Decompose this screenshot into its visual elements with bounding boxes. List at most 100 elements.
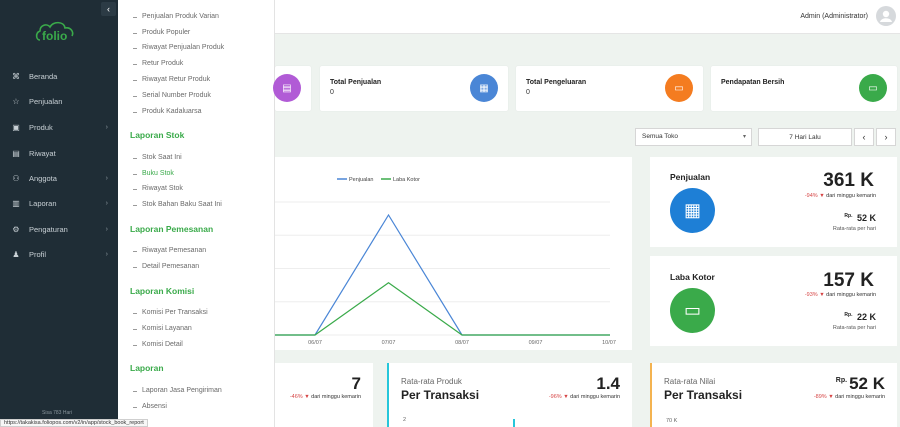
submenu-item-active[interactable]: Buku Stok: [133, 170, 174, 177]
stat-title: Total Pengeluaran: [526, 79, 587, 86]
submenu-item[interactable]: Riwayat Penjualan Produk: [132, 44, 224, 51]
card-title: Rata-rata Nilai: [664, 377, 716, 386]
submenu-item[interactable]: Produk Kadaluarsa: [133, 108, 202, 115]
submenu-item[interactable]: Detail Pemesanan: [132, 263, 199, 270]
prev-range-button[interactable]: ‹: [854, 128, 874, 146]
down-arrow-icon: ▼: [819, 292, 825, 298]
submenu-item[interactable]: Stok Saat Ini: [133, 154, 182, 161]
delta-text: dari minggu kemarin: [570, 394, 620, 400]
bar-chart-icon: ▥: [12, 198, 20, 208]
average-value: 22 K: [856, 312, 876, 322]
card-big-value: 361 K: [823, 170, 874, 191]
submenu-section-title: Laporan: [130, 363, 164, 373]
submenu-section-title: Laporan Stok: [130, 130, 185, 140]
delta-text: dari minggu kemarin: [311, 394, 361, 400]
submenu-item[interactable]: Riwayat Retur Produk: [132, 76, 210, 83]
remaining-days-text: Sisa 783 Hari: [42, 410, 73, 416]
down-arrow-icon: ▼: [304, 394, 310, 400]
sidebar-item-profil[interactable]: ♟ Profil ›: [0, 246, 118, 262]
sidebar-item-label: Penjualan: [29, 96, 63, 106]
currency-prefix: Rp.: [835, 377, 848, 385]
user-avatar-icon: [880, 10, 892, 22]
card-subtitle: Per Transaksi: [664, 388, 743, 402]
sidebar-item-pengaturan[interactable]: ⚙ Pengaturan ›: [0, 221, 118, 237]
submenu-item[interactable]: Laporan Jasa Pengiriman: [133, 387, 222, 394]
avg-value-card: Rata-rata Nilai Per Transaksi Rp. 52 K -8…: [650, 363, 897, 427]
currency-prefix: Rp.: [844, 213, 853, 219]
sidebar-item-riwayat[interactable]: ▤ Riwayat: [0, 145, 118, 161]
box-icon: ▣: [12, 122, 20, 132]
sidebar-item-penjualan[interactable]: ☆ Penjualan: [0, 93, 118, 109]
laporan-submenu: Penjualan Produk Varian Produk Populer R…: [118, 0, 275, 427]
series-line-1: [275, 282, 610, 336]
stat-card-total-penjualan: Total Penjualan 0 ▦: [320, 66, 508, 111]
card-title: Penjualan: [670, 172, 711, 182]
sidebar-item-label: Profil: [29, 249, 47, 259]
submenu-item[interactable]: Komisi Detail: [133, 341, 183, 348]
x-tick-label: 07/07: [382, 340, 396, 346]
chevron-right-icon: ›: [105, 250, 108, 258]
mini-axis-label: 2: [403, 417, 407, 423]
stat-value: 0: [330, 89, 334, 96]
next-range-button[interactable]: ›: [876, 128, 896, 146]
chevron-down-icon: ▾: [742, 134, 746, 140]
average-note: Rata-rata per hari: [832, 226, 876, 232]
delta-text: dari minggu kemarin: [835, 394, 885, 400]
delta-percent: -46%: [289, 394, 303, 400]
mini-axis-label: 70 K: [666, 418, 678, 424]
delta-percent: -89%: [813, 394, 827, 400]
submenu-item[interactable]: Stok Bahan Baku Saat Ini: [133, 201, 222, 208]
submenu-item[interactable]: Penjualan Produk Varian: [133, 13, 219, 20]
document-icon: ▤: [273, 74, 301, 102]
sidebar-item-label: Pengaturan: [29, 224, 68, 234]
down-arrow-icon: ▼: [563, 394, 569, 400]
transactions-card: 7 -46% ▼ dari minggu kemarin: [275, 363, 373, 427]
sidebar-item-label: Anggota: [29, 173, 57, 183]
series-line-0: [275, 213, 610, 336]
sidebar-item-laporan[interactable]: ▥ Laporan ›: [0, 195, 118, 211]
submenu-item[interactable]: Komisi Layanan: [133, 325, 192, 332]
down-arrow-icon: ▼: [819, 193, 825, 199]
sales-chart-card: 06/07 07/07 08/07 09/07 10/07 Penjualan Laba K…: [275, 157, 632, 350]
sidebar-item-label: Beranda: [29, 71, 58, 81]
chevron-right-icon: ›: [105, 174, 108, 182]
legend-label: Penjualan: [349, 177, 373, 183]
submenu-item[interactable]: Retur Produk: [132, 60, 183, 67]
submenu-item[interactable]: Produk Populer: [132, 29, 190, 36]
sidebar-item-beranda[interactable]: ⌘ Beranda: [0, 68, 118, 84]
sidebar-item-label: Laporan: [29, 198, 57, 208]
x-tick-label: 08/07: [455, 340, 469, 346]
store-icon: ▦: [670, 188, 715, 233]
user-name[interactable]: Admin (Administrator): [800, 13, 868, 20]
submenu-item[interactable]: Riwayat Stok: [133, 185, 183, 192]
submenu-item[interactable]: Serial Number Produk: [133, 92, 211, 99]
store-select-value: Semua Toko: [642, 133, 679, 140]
sidebar-item-anggota[interactable]: ⚇ Anggota ›: [0, 170, 118, 186]
down-arrow-icon: ▼: [828, 394, 834, 400]
avg-product-card: Rata-rata Produk Per Transaksi 1.4 -96% …: [387, 363, 632, 427]
submenu-item[interactable]: Riwayat Pemesanan: [132, 247, 206, 254]
stat-card-pendapatan-bersih: Pendapatan Bersih ▭: [711, 66, 897, 111]
delta-text: dari minggu kemarin: [826, 292, 876, 298]
laba-kotor-card: Laba Kotor ▭ 157 K -93% ▼ dari minggu ke…: [650, 256, 897, 346]
book-icon: ▤: [12, 148, 20, 158]
gear-icon: ⚙: [12, 224, 20, 234]
average-note: Rata-rata per hari: [832, 325, 876, 331]
collapse-sidebar-button[interactable]: ‹: [101, 2, 116, 16]
date-range-picker[interactable]: 7 Hari Lalu: [758, 128, 852, 146]
store-select[interactable]: Semua Toko ▾: [635, 128, 752, 146]
x-tick-label: 09/07: [529, 340, 543, 346]
star-icon: ☆: [12, 96, 20, 106]
stat-title: Total Penjualan: [330, 79, 382, 86]
delta-percent: -93%: [804, 292, 818, 298]
currency-prefix: Rp.: [844, 312, 853, 318]
sidebar-item-label: Riwayat: [29, 148, 56, 158]
submenu-item[interactable]: Komisi Per Transaksi: [133, 309, 208, 316]
wallet-icon: ▭: [665, 74, 693, 102]
avatar[interactable]: [876, 6, 896, 26]
sidebar-item-produk[interactable]: ▣ Produk ›: [0, 119, 118, 135]
sales-line-chart: 06/07 07/07 08/07 09/07 10/07 Penjualan Laba K…: [275, 177, 616, 346]
submenu-item[interactable]: Absensi: [133, 403, 167, 410]
stat-card-total-pengeluaran: Total Pengeluaran 0 ▭: [516, 66, 703, 111]
card-delta: -96% ▼ dari minggu kemarin: [549, 394, 620, 400]
